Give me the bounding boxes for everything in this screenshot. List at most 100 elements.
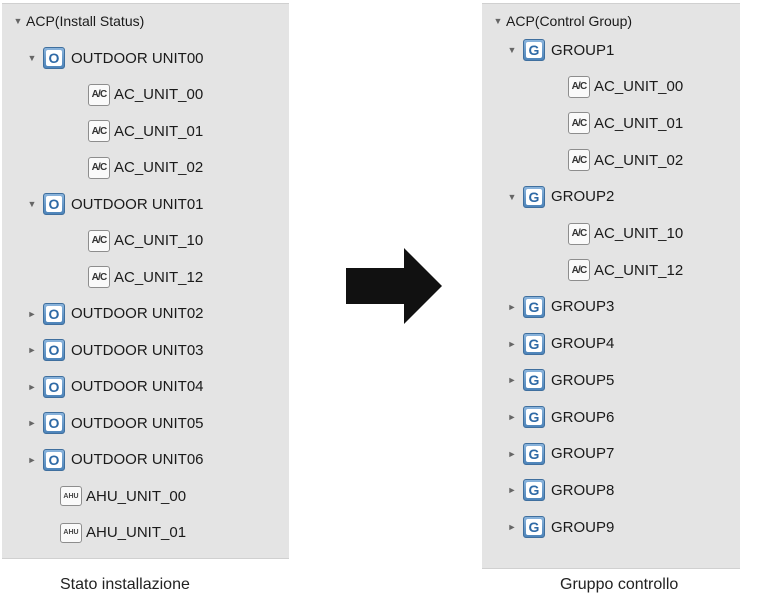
tree-node-group[interactable]: ► G GROUP7	[506, 440, 614, 468]
icon-letter: O	[46, 305, 62, 322]
icon-letter: O	[46, 50, 62, 66]
tree-node-label: GROUP5	[551, 371, 615, 389]
collapse-arrow-icon[interactable]: ▼	[26, 53, 38, 63]
expand-arrow-icon[interactable]: ►	[506, 339, 518, 349]
tree-node-ac[interactable]: A/C AC_UNIT_10	[88, 227, 203, 255]
tree-node-label: GROUP8	[551, 481, 615, 499]
ahu-unit-icon: AHU	[60, 522, 82, 543]
tree-node-ac[interactable]: A/C AC_UNIT_02	[88, 154, 203, 182]
collapse-arrow-icon[interactable]: ▼	[506, 45, 518, 55]
outdoor-unit-icon: O	[43, 448, 65, 471]
outdoor-unit-icon: O	[43, 302, 65, 325]
expand-arrow-icon[interactable]: ►	[506, 375, 518, 385]
ac-unit-icon: A/C	[568, 222, 590, 245]
ac-unit-icon: A/C	[568, 259, 590, 282]
expand-arrow-icon[interactable]: ►	[26, 455, 38, 465]
expand-arrow-icon[interactable]: ►	[506, 449, 518, 459]
tree-node-group[interactable]: ► G GROUP9	[506, 513, 614, 541]
ahu-unit-icon: AHU	[60, 486, 82, 506]
tree-node-group[interactable]: ▼ G GROUP1	[506, 36, 614, 64]
expand-arrow-icon[interactable]: ►	[26, 345, 38, 355]
expand-arrow-icon[interactable]: ▼	[12, 16, 24, 26]
expand-arrow-icon[interactable]: ►	[26, 382, 38, 392]
group-icon: G	[523, 332, 545, 355]
tree-node-label: AC_UNIT_10	[114, 232, 204, 249]
tree-node-ac[interactable]: A/C AC_UNIT_12	[568, 256, 683, 284]
control-group-tree-panel: ▼ ACP(Control Group) ▼ G GROUP1 A/C AC_UNIT_00…	[482, 3, 740, 569]
tree-node-ac[interactable]: A/C AC_UNIT_00	[568, 73, 683, 101]
tree-node-label: GROUP6	[551, 408, 615, 426]
group-icon: G	[523, 442, 545, 465]
tree-node-unit[interactable]: ▼ O OUTDOOR UNIT00	[26, 44, 204, 72]
icon-letter: O	[46, 415, 62, 431]
expand-arrow-icon[interactable]: ►	[506, 522, 518, 532]
expand-arrow-icon[interactable]: ►	[506, 485, 518, 495]
tree-node-label: AC_UNIT_02	[114, 159, 204, 176]
tree-node-label: OUTDOOR UNIT05	[71, 414, 204, 432]
tree-node-label: AHU_UNIT_01	[86, 524, 187, 541]
tree-root-node[interactable]: ▼ ACP(Control Group)	[492, 10, 633, 32]
tree-node-group[interactable]: ► G GROUP6	[506, 403, 614, 431]
expand-arrow-icon[interactable]: ►	[506, 302, 518, 312]
tree-node-ahu[interactable]: AHU AHU_UNIT_01	[60, 519, 186, 547]
outdoor-unit-icon: O	[43, 47, 65, 69]
tree-node-label: AC_UNIT_12	[594, 261, 684, 279]
tree-node-label: AC_UNIT_02	[594, 151, 684, 169]
outdoor-unit-icon: O	[43, 412, 65, 434]
ac-unit-icon: A/C	[568, 75, 590, 98]
icon-letter: O	[46, 342, 62, 358]
ac-unit-icon: A/C	[568, 112, 590, 135]
icon-letter: G	[526, 298, 542, 315]
tree-node-label: AC_UNIT_00	[594, 78, 684, 96]
icon-letter: O	[46, 451, 62, 468]
tree-node-ac[interactable]: A/C AC_UNIT_01	[88, 117, 203, 145]
ac-unit-icon: A/C	[568, 149, 590, 172]
tree-node-unit[interactable]: ▼ O OUTDOOR UNIT01	[26, 190, 204, 218]
tree-node-ahu[interactable]: AHU AHU_UNIT_00	[60, 482, 186, 510]
tree-node-label: GROUP4	[551, 335, 615, 353]
group-icon: G	[523, 185, 545, 208]
tree-node-ac[interactable]: A/C AC_UNIT_12	[88, 263, 203, 291]
icon-letter: G	[526, 188, 542, 205]
icon-letter: G	[526, 445, 542, 462]
tree-node-label: GROUP7	[551, 445, 615, 463]
tree-node-ac[interactable]: A/C AC_UNIT_10	[568, 220, 683, 248]
icon-letter: G	[526, 409, 542, 425]
collapse-arrow-icon[interactable]: ▼	[26, 199, 38, 209]
tree-node-group[interactable]: ► G GROUP5	[506, 366, 614, 394]
icon-letter: O	[46, 378, 62, 395]
tree-root-label: ACP(Control Group)	[506, 13, 633, 29]
right-arrow-icon	[346, 248, 442, 324]
tree-node-group[interactable]: ► G GROUP8	[506, 476, 614, 504]
tree-node-ac[interactable]: A/C AC_UNIT_00	[88, 81, 203, 109]
tree-node-group[interactable]: ► G GROUP3	[506, 293, 614, 321]
expand-arrow-icon[interactable]: ▼	[492, 16, 504, 26]
tree-node-label: OUTDOOR UNIT04	[71, 378, 204, 395]
control-group-caption: Gruppo controllo	[560, 576, 679, 593]
expand-arrow-icon[interactable]: ►	[26, 309, 38, 319]
tree-node-group[interactable]: ► G GROUP4	[506, 330, 614, 358]
tree-root-node[interactable]: ▼ ACP(Install Status)	[12, 10, 145, 32]
tree-node-label: OUTDOOR UNIT02	[71, 305, 204, 322]
tree-node-unit[interactable]: ► O OUTDOOR UNIT03	[26, 336, 204, 364]
group-icon: G	[523, 516, 545, 539]
tree-node-label: AC_UNIT_01	[114, 122, 204, 140]
tree-node-label: OUTDOOR UNIT00	[71, 49, 204, 67]
outdoor-unit-icon: O	[43, 339, 65, 361]
tree-node-ac[interactable]: A/C AC_UNIT_02	[568, 146, 683, 174]
icon-letter: G	[526, 42, 542, 58]
icon-letter: G	[526, 482, 542, 499]
collapse-arrow-icon[interactable]: ▼	[506, 192, 518, 202]
tree-node-unit[interactable]: ► O OUTDOOR UNIT04	[26, 373, 204, 401]
icon-letter: G	[526, 372, 542, 389]
tree-node-unit[interactable]: ► O OUTDOOR UNIT06	[26, 446, 204, 474]
group-icon: G	[523, 479, 545, 502]
tree-node-label: OUTDOOR UNIT03	[71, 341, 204, 359]
tree-node-group[interactable]: ▼ G GROUP2	[506, 183, 614, 211]
tree-node-ac[interactable]: A/C AC_UNIT_01	[568, 109, 683, 137]
group-icon: G	[523, 295, 545, 318]
tree-node-unit[interactable]: ► O OUTDOOR UNIT05	[26, 409, 204, 437]
tree-node-unit[interactable]: ► O OUTDOOR UNIT02	[26, 300, 204, 328]
expand-arrow-icon[interactable]: ►	[26, 418, 38, 428]
expand-arrow-icon[interactable]: ►	[506, 412, 518, 422]
